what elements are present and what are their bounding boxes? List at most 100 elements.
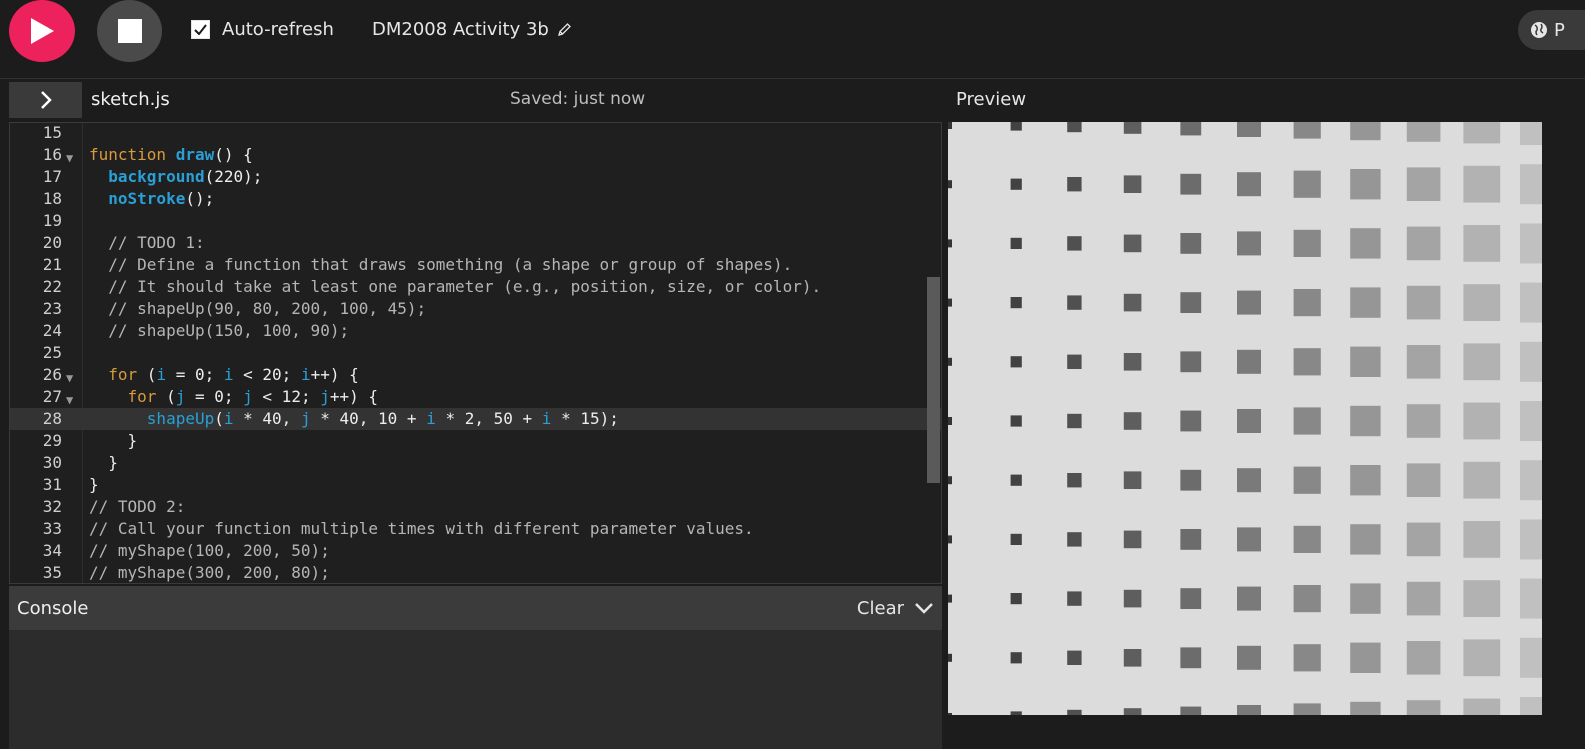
sketch-output (948, 122, 1542, 715)
console-title: Console (17, 597, 89, 619)
sketch-square (1463, 461, 1501, 499)
code-line[interactable]: 18 noStroke(); (10, 188, 941, 210)
code-text: // Define a function that draws somethin… (89, 255, 793, 274)
sketch-square (1067, 532, 1082, 547)
code-line[interactable]: 20 // TODO 1: (10, 232, 941, 254)
sketch-square (1010, 652, 1022, 664)
code-line[interactable]: 19 (10, 210, 941, 232)
sketch-square (1010, 593, 1022, 605)
play-button[interactable] (9, 0, 75, 62)
profile-menu-button[interactable]: P (1518, 10, 1585, 50)
code-line[interactable]: 32 // TODO 2: (10, 496, 941, 518)
sketch-square (1406, 463, 1441, 497)
preview-canvas[interactable] (948, 122, 1542, 715)
code-line[interactable]: 21 // Define a function that draws somet… (10, 254, 941, 276)
line-number: 19 (42, 211, 62, 230)
sketch-square (1180, 529, 1202, 550)
chevron-down-icon[interactable] (914, 602, 934, 614)
line-number: 27 (42, 387, 62, 406)
auto-refresh-toggle[interactable]: Auto-refresh (191, 19, 334, 40)
sketch-square (1067, 122, 1082, 133)
code-line[interactable]: 28 shapeUp(i * 40, j * 40, 10 + i * 2, 5… (10, 408, 941, 430)
sketch-square (1293, 585, 1321, 613)
sketch-square (1520, 637, 1542, 678)
sketch-square (1350, 122, 1381, 141)
sketch-square (948, 298, 952, 307)
sketch-square (1520, 122, 1542, 145)
sketch-square (1010, 297, 1022, 309)
sketch-square (1293, 644, 1321, 672)
sketch-square (1520, 519, 1542, 560)
sketch-square (1123, 471, 1142, 489)
code-line[interactable]: 35 // myShape(300, 200, 80); (10, 562, 941, 583)
line-number: 35 (42, 563, 62, 582)
code-line[interactable]: 15 (10, 123, 941, 144)
sketch-square (1520, 578, 1542, 619)
sketch-square (1406, 700, 1441, 715)
sketch-square (1293, 122, 1321, 139)
code-line[interactable]: 24 // shapeUp(150, 100, 90); (10, 320, 941, 342)
sketch-square (1406, 404, 1441, 438)
line-number: 18 (42, 189, 62, 208)
line-number: 25 (42, 343, 62, 362)
sketch-square (1350, 583, 1381, 614)
line-number: 30 (42, 453, 62, 472)
code-line[interactable]: 23 // shapeUp(90, 80, 200, 100, 45); (10, 298, 941, 320)
sketch-square (1237, 231, 1261, 256)
code-line[interactable]: 27 ▼ for (j = 0; j < 12; j++) { (10, 386, 941, 408)
sketch-square (1010, 356, 1022, 368)
console-clear-button[interactable]: Clear (857, 598, 934, 619)
sketch-square (1520, 697, 1542, 715)
code-line[interactable]: 30 } (10, 452, 941, 474)
code-text: function draw() { (89, 145, 253, 164)
sketch-square (1463, 402, 1501, 440)
sketch-square (1237, 468, 1261, 493)
sketch-square (1237, 409, 1261, 433)
sketch-square (1123, 234, 1142, 253)
line-number: 29 (42, 431, 62, 450)
sketch-square (1180, 469, 1202, 491)
code-line[interactable]: 25 (10, 342, 941, 364)
code-line[interactable]: 33 // Call your function multiple times w… (10, 518, 941, 540)
sketch-square (1010, 415, 1022, 427)
sketch-square (1293, 289, 1321, 317)
code-text: background(220); (108, 167, 263, 186)
code-editor[interactable]: 15 16 ▼ function draw() {17 background(220)… (9, 122, 942, 584)
sidebar-toggle-button[interactable] (9, 82, 82, 118)
project-name-text: DM2008 Activity 3b (372, 19, 549, 40)
sketch-square (1350, 701, 1381, 715)
sketch-square (1123, 708, 1142, 715)
sketch-square (1350, 524, 1381, 555)
sketch-square (1180, 122, 1202, 136)
sketch-square (1180, 173, 1202, 195)
sketch-square (1350, 346, 1381, 377)
project-name[interactable]: DM2008 Activity 3b (372, 19, 572, 40)
sketch-square (948, 653, 952, 662)
stop-button[interactable] (97, 0, 162, 62)
sketch-square (1463, 639, 1501, 677)
auto-refresh-checkbox[interactable] (191, 20, 210, 39)
line-number: 26 (42, 365, 62, 384)
play-icon (31, 18, 54, 44)
sketch-square (1123, 412, 1142, 430)
sketch-square (1010, 122, 1022, 131)
editor-scrollbar[interactable] (927, 277, 940, 483)
code-line[interactable]: 34 // myShape(100, 200, 50); (10, 540, 941, 562)
sketch-square (1293, 407, 1321, 435)
pencil-icon[interactable] (557, 22, 572, 37)
code-text: // It should take at least one parameter… (89, 277, 822, 296)
sketch-square (1237, 527, 1261, 552)
sketch-square (1520, 341, 1542, 382)
code-line[interactable]: 26 ▼ for (i = 0; i < 20; i++) { (10, 364, 941, 386)
sketch-square (1406, 522, 1441, 557)
code-line[interactable]: 22 // It should take at least one parame… (10, 276, 941, 298)
code-line[interactable]: 31} (10, 474, 941, 496)
sketch-square (1406, 226, 1441, 261)
sketch-square (1406, 122, 1441, 142)
code-line[interactable]: 17 background(220); (10, 166, 941, 188)
sketch-square (948, 476, 952, 485)
sketch-square (1180, 706, 1202, 715)
code-line[interactable]: 16 ▼ function draw() { (10, 144, 941, 166)
code-line[interactable]: 29 } (10, 430, 941, 452)
sketch-square (1067, 473, 1082, 488)
